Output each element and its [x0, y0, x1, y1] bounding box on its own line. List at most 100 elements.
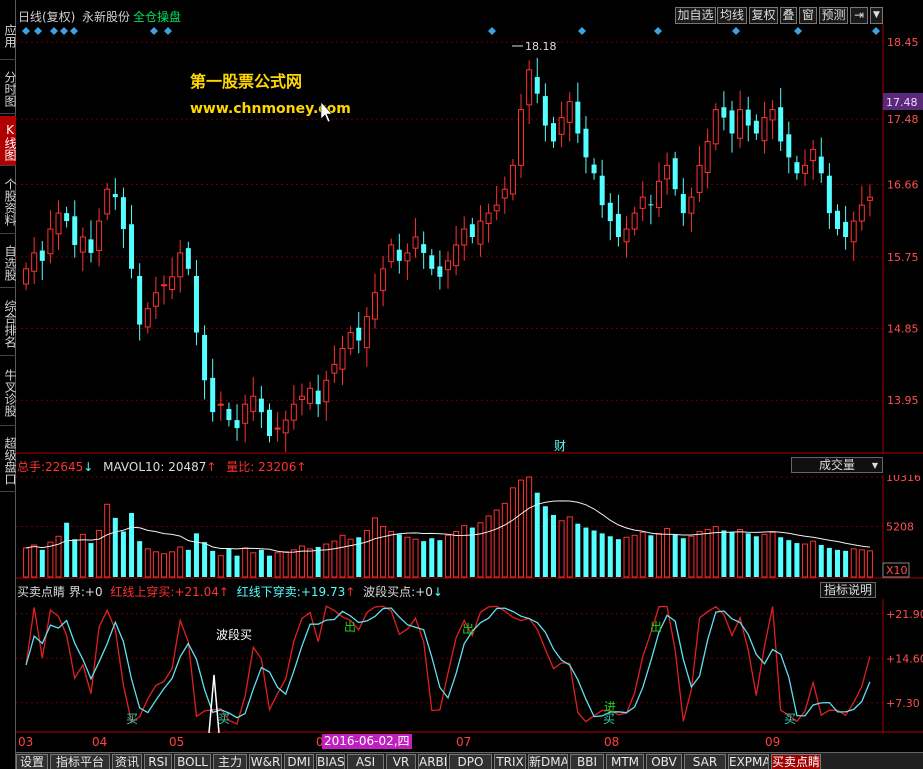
- candle-body[interactable]: [655, 180, 662, 209]
- candle-body[interactable]: [266, 409, 272, 437]
- candle-body[interactable]: [396, 249, 402, 261]
- candle-body[interactable]: [712, 109, 719, 145]
- tab-indicator[interactable]: 新DMA: [528, 754, 568, 769]
- candle-body[interactable]: [55, 212, 62, 235]
- candle-body[interactable]: [526, 69, 533, 106]
- candle-body[interactable]: [453, 244, 460, 267]
- candle-body[interactable]: [104, 188, 111, 215]
- candle-body[interactable]: [729, 110, 735, 134]
- candle-body[interactable]: [469, 224, 475, 237]
- tab-indicator[interactable]: 主力: [213, 754, 247, 769]
- candle-body[interactable]: [591, 164, 597, 174]
- candle-body[interactable]: [96, 220, 103, 252]
- candle-body[interactable]: [721, 107, 727, 118]
- candle-body[interactable]: [112, 194, 118, 198]
- candle-body[interactable]: [501, 188, 508, 199]
- candle-body[interactable]: [623, 228, 630, 243]
- tab-indicator[interactable]: BIAS: [316, 754, 345, 769]
- candle-body[interactable]: [169, 276, 176, 291]
- candle-body[interactable]: [518, 109, 525, 166]
- candle-body[interactable]: [39, 250, 45, 261]
- candle-body[interactable]: [509, 164, 516, 195]
- candle-body[interactable]: [404, 252, 411, 262]
- candle-body[interactable]: [834, 210, 840, 230]
- next-arrow-button[interactable]: ⇥: [850, 7, 868, 24]
- candle-body[interactable]: [477, 220, 484, 245]
- candle-body[interactable]: [818, 156, 824, 174]
- candle-body[interactable]: [542, 96, 548, 126]
- chart-mode[interactable]: 日线(复权): [18, 8, 75, 25]
- candle-body[interactable]: [843, 221, 849, 237]
- candle-body[interactable]: [550, 123, 556, 142]
- ma-button[interactable]: 均线: [717, 7, 747, 24]
- price-chart[interactable]: 18.4517.4816.6615.7514.8513.95 第一股票公式网 w…: [16, 24, 923, 454]
- tab-indicator[interactable]: TRIX: [494, 754, 526, 769]
- tab-indicator[interactable]: ARBR: [418, 754, 447, 769]
- candle-body[interactable]: [258, 398, 264, 413]
- tab-indicator[interactable]: OBV: [646, 754, 682, 769]
- candle-body[interactable]: [421, 244, 427, 253]
- candle-body[interactable]: [802, 164, 809, 174]
- candle-body[interactable]: [177, 252, 184, 278]
- tab-indicator-platform[interactable]: 指标平台: [50, 754, 110, 769]
- candle-body[interactable]: [347, 332, 354, 349]
- candle-body[interactable]: [120, 197, 126, 230]
- candle-body[interactable]: [371, 292, 378, 320]
- forecast-button[interactable]: 预测: [819, 7, 848, 24]
- candle-body[interactable]: [129, 224, 135, 269]
- candle-body[interactable]: [850, 220, 857, 243]
- candle-body[interactable]: [23, 268, 30, 285]
- candle-body[interactable]: [315, 390, 321, 405]
- candle-body[interactable]: [461, 228, 468, 246]
- candle-body[interactable]: [217, 403, 224, 406]
- indicator-chart[interactable]: +21.90+14.60+7.30 波段买 买 买 出 出 出 进 买 买: [16, 599, 923, 733]
- candle-body[interactable]: [639, 196, 646, 209]
- adjust-button[interactable]: 复权: [749, 7, 778, 24]
- candle-body[interactable]: [388, 244, 395, 263]
- candle-body[interactable]: [672, 158, 678, 190]
- candle-body[interactable]: [858, 204, 865, 222]
- tab-indicator[interactable]: DMI: [284, 754, 314, 769]
- tab-indicator[interactable]: BOLL: [174, 754, 211, 769]
- volume-chart[interactable]: 10316 5208 X10: [16, 475, 923, 579]
- candle-body[interactable]: [769, 109, 776, 121]
- candle-body[interactable]: [79, 236, 86, 253]
- candle-body[interactable]: [202, 334, 208, 381]
- overlay-button[interactable]: 叠: [780, 7, 797, 24]
- candle-body[interactable]: [210, 377, 216, 413]
- tab-news[interactable]: 资讯: [112, 754, 142, 769]
- candle-body[interactable]: [704, 140, 711, 174]
- candle-body[interactable]: [599, 175, 605, 206]
- nav-watchlist[interactable]: 自选股: [0, 236, 16, 288]
- candle-body[interactable]: [664, 164, 671, 180]
- candle-body[interactable]: [680, 194, 686, 214]
- candle-body[interactable]: [810, 148, 817, 162]
- candle-body[interactable]: [761, 117, 768, 142]
- nav-stock-profile[interactable]: 个股资料: [0, 168, 16, 234]
- menu-dropdown-button[interactable]: ▼: [870, 7, 883, 24]
- candle-body[interactable]: [826, 175, 832, 214]
- candle-body[interactable]: [137, 276, 143, 325]
- nav-intraday[interactable]: 分时图: [0, 62, 16, 114]
- candle-body[interactable]: [298, 395, 305, 400]
- candle-body[interactable]: [185, 248, 191, 269]
- candle-body[interactable]: [226, 408, 232, 421]
- candle-body[interactable]: [558, 117, 565, 135]
- candle-body[interactable]: [786, 134, 792, 158]
- tab-indicator[interactable]: EXPMA: [728, 754, 769, 769]
- tab-indicator[interactable]: ASI: [347, 754, 384, 769]
- tab-indicator[interactable]: 买卖点睛: [771, 754, 821, 769]
- candle-body[interactable]: [575, 101, 581, 134]
- tab-indicator[interactable]: RSI: [144, 754, 172, 769]
- candle-body[interactable]: [615, 213, 621, 237]
- tab-indicator[interactable]: VR: [386, 754, 416, 769]
- candle-body[interactable]: [607, 202, 613, 222]
- candle-body[interactable]: [737, 109, 744, 139]
- tab-indicator[interactable]: BBI: [570, 754, 604, 769]
- candle-body[interactable]: [250, 395, 257, 412]
- candle-body[interactable]: [753, 120, 759, 134]
- candle-body[interactable]: [356, 327, 362, 341]
- candle-body[interactable]: [88, 239, 94, 253]
- candle-body[interactable]: [631, 212, 638, 230]
- tab-indicator[interactable]: SAR: [684, 754, 726, 769]
